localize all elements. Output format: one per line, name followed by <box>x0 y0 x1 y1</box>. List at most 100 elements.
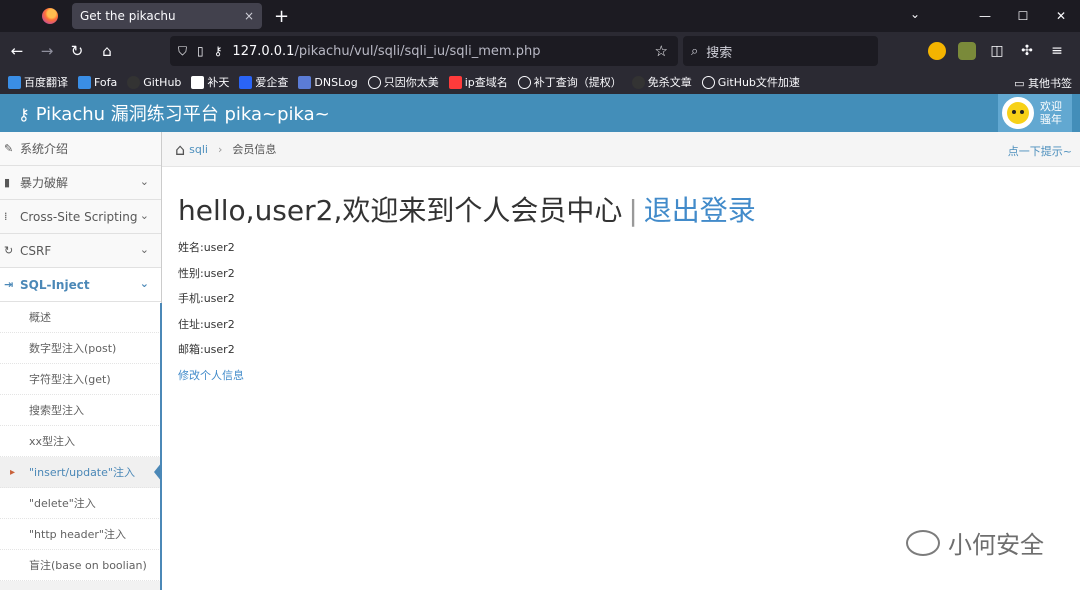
submenu-item[interactable]: 字符型注入(get) <box>0 364 161 395</box>
field-address: 住址:user2 <box>178 317 235 331</box>
field-name: 姓名:user2 <box>178 241 235 254</box>
sidebar-item-intro[interactable]: ✎ 系统介绍 <box>0 132 161 166</box>
wechat-logo-icon <box>906 529 940 556</box>
menu-hamburger-icon[interactable]: ≡ <box>1048 42 1066 60</box>
pikachu-avatar-icon <box>1007 102 1029 124</box>
tab-list-chevron-icon[interactable]: ⌄ <box>910 7 920 21</box>
syringe-icon: ⇥ <box>4 278 14 291</box>
user-menu[interactable]: 欢迎 骚年 <box>998 94 1072 132</box>
submenu-item[interactable]: "delete"注入 <box>0 488 161 519</box>
bookmark-item[interactable]: 补天 <box>191 74 229 90</box>
field-phone: 手机:user2 <box>178 292 235 305</box>
bookmark-favicon-icon <box>448 75 462 89</box>
close-window-button[interactable]: ✕ <box>1042 9 1080 23</box>
globe-icon <box>701 75 715 89</box>
chevron-down-icon: ⌄ <box>139 209 149 222</box>
globe-icon <box>517 75 531 89</box>
breadcrumb-current: 会员信息 <box>232 143 277 156</box>
globe-icon <box>367 75 381 89</box>
page-icon[interactable]: ▯ <box>197 44 204 58</box>
submenu-item[interactable]: 概述 <box>0 302 161 333</box>
bookmark-item[interactable]: GitHub文件加速 <box>701 74 800 90</box>
sidebar-item-csrf[interactable]: ↻ CSRF ⌄ <box>0 234 161 268</box>
minimize-button[interactable]: — <box>966 9 1004 23</box>
window-controls: — ☐ ✕ <box>966 0 1080 32</box>
extensions-area: ◫ ✣ ≡ <box>928 42 1066 60</box>
breadcrumb: ⌂ sqli › 会员信息 点一下提示~ <box>162 132 1080 167</box>
hint-link[interactable]: 点一下提示~ <box>1008 143 1072 159</box>
firefox-icon[interactable] <box>42 8 58 24</box>
logout-link[interactable]: 退出登录 <box>644 194 756 227</box>
burp-extension-icon[interactable] <box>958 42 976 60</box>
reader-icon[interactable]: ◫ <box>988 42 1006 60</box>
bookmark-favicon-icon <box>8 75 21 89</box>
home-icon[interactable]: ⌂ <box>92 42 122 60</box>
chevron-down-icon: ⌄ <box>139 243 149 256</box>
app-title[interactable]: ⚷ Pikachu 漏洞练习平台 pika~pika~ <box>18 100 330 126</box>
home-icon[interactable]: ⌂ <box>175 140 185 159</box>
bookmark-item[interactable]: GitHub <box>127 75 181 89</box>
breadcrumb-link-sqli[interactable]: sqli <box>189 143 208 156</box>
submenu-item[interactable]: 搜索型注入 <box>0 395 161 426</box>
bookmark-item[interactable]: 免杀文章 <box>631 74 692 90</box>
submenu-item[interactable]: xx型注入 <box>0 426 161 457</box>
bookmark-item[interactable]: 爱企查 <box>239 74 288 90</box>
bookmark-item[interactable]: DNSLog <box>298 75 358 89</box>
bookmark-star-icon[interactable]: ☆ <box>655 42 668 60</box>
submenu-item-active[interactable]: "insert/update"注入 <box>0 457 162 488</box>
field-gender: 性别:user2 <box>178 266 235 280</box>
search-placeholder: 搜索 <box>706 45 733 61</box>
url-bar[interactable]: ⛉ ▯ ⚷ 127.0.0.1/pikachu/vul/sqli/sqli_iu… <box>170 36 678 66</box>
folder-icon: ▭ <box>1014 77 1028 90</box>
submenu-item[interactable]: 数字型注入(post) <box>0 333 161 364</box>
bookmark-item[interactable]: Fofa <box>78 75 117 89</box>
other-bookmarks[interactable]: ▭ 其他书签 <box>1014 75 1072 91</box>
page-layout: ✎ 系统介绍 ▮ 暴力破解 ⌄ ⁞ Cross-Site Scripting ⌄ ↻ CSR… <box>0 132 1080 590</box>
bookmarks-toolbar: 百度翻译 Fofa GitHub 补天 爱企查 DNSLog 只因你太美 ip查… <box>0 70 1080 94</box>
new-tab-button[interactable]: + <box>274 6 289 27</box>
extensions-puzzle-icon[interactable]: ✣ <box>1018 42 1036 60</box>
chevron-down-icon: ⌄ <box>139 277 149 290</box>
key-icon[interactable]: ⚷ <box>214 44 223 58</box>
tag-icon: ✎ <box>4 142 14 155</box>
search-input[interactable]: ⌕ 搜索 <box>683 36 878 66</box>
edit-profile-link[interactable]: 修改个人信息 <box>178 363 1064 388</box>
app-header: ⚷ Pikachu 漏洞练习平台 pika~pika~ 欢迎 骚年 <box>0 94 1080 132</box>
refresh-icon: ↻ <box>4 244 14 257</box>
bookmark-favicon-icon <box>78 75 91 89</box>
member-center: hello,user2,欢迎来到个人会员中心 | 退出登录 姓名:user2 性别:… <box>162 167 1080 410</box>
search-icon: ⌕ <box>691 43 699 59</box>
sidebar-item-brute-force[interactable]: ▮ 暴力破解 ⌄ <box>0 166 161 200</box>
page-title: hello,user2,欢迎来到个人会员中心 | 退出登录 <box>178 194 756 227</box>
browser-tab[interactable]: Get the pikachu × <box>72 3 262 29</box>
key-icon: ⚷ <box>18 105 30 124</box>
reload-icon[interactable]: ↻ <box>62 42 92 60</box>
submenu-item[interactable]: "http header"注入 <box>0 519 161 550</box>
sidebar-item-sql-inject[interactable]: ⇥ SQL-Inject ⌄ <box>0 268 161 302</box>
bookmark-item[interactable]: 百度翻译 <box>8 74 68 90</box>
shield-icon[interactable]: ⛉ <box>178 44 187 59</box>
submenu-item[interactable]: 盲注(base on boolian) <box>0 550 161 581</box>
welcome-text: 欢迎 骚年 <box>1040 100 1062 126</box>
tab-close-icon[interactable]: × <box>244 9 254 23</box>
bookmark-favicon-icon <box>191 75 205 89</box>
main-content: ⌂ sqli › 会员信息 点一下提示~ hello,user2,欢迎来到个人会… <box>162 132 1080 590</box>
chevron-down-icon: ⌄ <box>139 175 149 188</box>
bookmark-item[interactable]: 只因你太美 <box>367 74 439 90</box>
sidebar: ✎ 系统介绍 ▮ 暴力破解 ⌄ ⁞ Cross-Site Scripting ⌄ ↻ CSR… <box>0 132 162 590</box>
bookmark-item[interactable]: 补丁查询（提权） <box>517 74 622 90</box>
back-arrow-icon[interactable]: ← <box>2 42 32 60</box>
sql-inject-submenu: 概述 数字型注入(post) 字符型注入(get) 搜索型注入 xx型注入 "i… <box>0 302 162 581</box>
maximize-button[interactable]: ☐ <box>1004 9 1042 23</box>
bookmark-favicon-icon <box>298 75 312 89</box>
watermark: 小何安全 <box>906 525 1044 560</box>
url-path: /pikachu/vul/sqli/sqli_iu/sqli_mem.php <box>294 43 541 59</box>
breadcrumb-separator: › <box>217 142 223 156</box>
field-email: 邮箱:user2 <box>178 343 235 356</box>
avatar <box>1002 97 1034 129</box>
sidebar-item-xss[interactable]: ⁞ Cross-Site Scripting ⌄ <box>0 200 161 234</box>
list-icon: ⁞ <box>4 210 8 223</box>
bookmark-item[interactable]: ip查域名 <box>448 74 508 90</box>
pikachu-extension-icon[interactable] <box>928 42 946 60</box>
forward-arrow-icon[interactable]: → <box>32 42 62 60</box>
